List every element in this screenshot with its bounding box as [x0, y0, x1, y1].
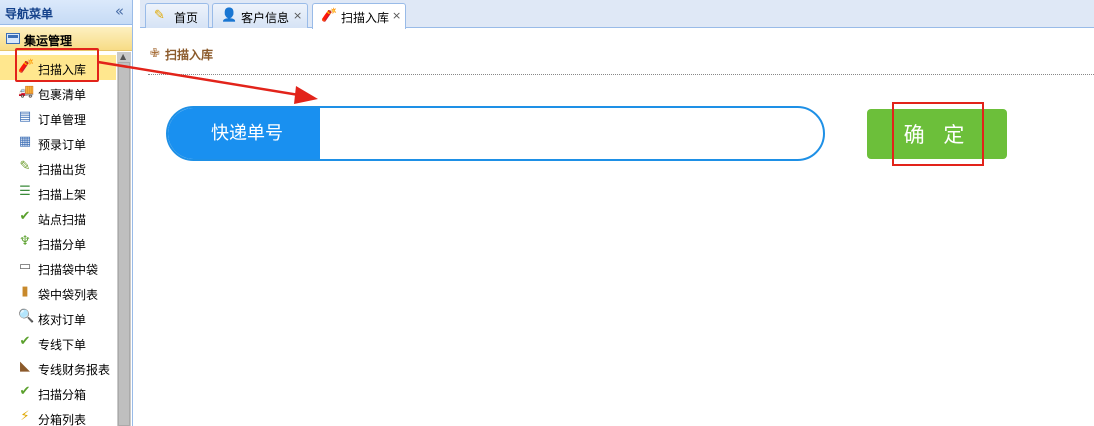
- sidebar-header: 导航菜单 «: [0, 0, 132, 25]
- nav-item-icon: ✔: [19, 384, 31, 399]
- sidebar-item-label: 扫描上架: [38, 188, 87, 202]
- annotation-arrow: [97, 60, 318, 104]
- sidebar-item[interactable]: ☰ 扫描上架: [0, 180, 116, 205]
- sidebar-item-label: 站点扫描: [38, 213, 87, 227]
- sidebar-item-label: 袋中袋列表: [38, 288, 99, 302]
- sidebar-item-label: 扫描出货: [38, 163, 87, 177]
- tracking-number-field: 快递单号: [166, 106, 825, 161]
- nav-item-icon: ✔: [19, 209, 31, 224]
- tab-label: 首页: [174, 11, 199, 25]
- sidebar-item[interactable]: ✎ 扫描出货: [0, 155, 116, 180]
- scan-icon: 🧨: [321, 8, 338, 23]
- tracking-number-input[interactable]: [320, 108, 820, 159]
- sidebar-item[interactable]: ◣ 专线财务报表: [0, 355, 116, 380]
- sidebar-item-label: 扫描袋中袋: [38, 263, 99, 277]
- monitor-icon: [6, 33, 20, 44]
- nav-item-icon: ✔: [19, 334, 31, 349]
- tab-label: 客户信息: [241, 11, 290, 25]
- highlight-box-nav: [15, 48, 99, 82]
- sidebar-item-label: 扫描分单: [38, 238, 87, 252]
- sidebar-item[interactable]: ▮ 袋中袋列表: [0, 280, 116, 305]
- signpost-icon: ✙: [150, 46, 161, 60]
- tab-customer-info[interactable]: 👤 客户信息 ×: [212, 3, 308, 28]
- nav-sidebar: 导航菜单 « 集运管理 ▲ 🧨 扫描入库 🚚 包裹清单 ▤ 订单管理 ▦ 预录订单 ✎ 扫描出货 ☰…: [0, 0, 133, 426]
- nav-item-icon: 🚚: [18, 84, 35, 99]
- nav-group-label: 集运管理: [24, 34, 73, 48]
- tab-label: 扫描入库: [341, 11, 390, 25]
- nav-item-icon: ▭: [18, 259, 32, 274]
- scrollbar-thumb[interactable]: [118, 62, 130, 426]
- divider: [148, 74, 1094, 75]
- nav-item-icon: ▤: [18, 109, 32, 124]
- close-icon[interactable]: ×: [293, 9, 302, 22]
- sidebar-item-label: 分箱列表: [38, 413, 87, 426]
- highlight-box-confirm: [892, 102, 984, 166]
- tab-home[interactable]: ✎ 首页: [145, 3, 209, 28]
- sidebar-item-label: 包裹清单: [38, 88, 87, 102]
- sidebar-item-label: 扫描分箱: [38, 388, 87, 402]
- tab-scan-inbound[interactable]: 🧨 扫描入库 ×: [312, 3, 406, 29]
- scroll-up-icon[interactable]: ▲: [120, 52, 126, 61]
- collapse-icon[interactable]: «: [115, 2, 124, 20]
- arrow-head: [294, 86, 318, 104]
- tracking-number-label: 快递单号: [168, 108, 320, 159]
- nav-item-icon: ▦: [18, 134, 32, 149]
- nav-item-list: 🧨 扫描入库 🚚 包裹清单 ▤ 订单管理 ▦ 预录订单 ✎ 扫描出货 ☰ 扫描上架 ✔ 站点扫描 ♆ 扫描分单…: [0, 55, 116, 426]
- sidebar-item[interactable]: ▭ 扫描袋中袋: [0, 255, 116, 280]
- sidebar-item[interactable]: ✔ 扫描分箱: [0, 380, 116, 405]
- sidebar-item[interactable]: ✔ 站点扫描: [0, 205, 116, 230]
- sidebar-item[interactable]: ♆ 扫描分单: [0, 230, 116, 255]
- sidebar-item[interactable]: ▤ 订单管理: [0, 105, 116, 130]
- sidebar-item[interactable]: 🔍 核对订单: [0, 305, 116, 330]
- sidebar-scrollbar[interactable]: ▲: [117, 52, 131, 426]
- app-window: 导航菜单 « 集运管理 ▲ 🧨 扫描入库 🚚 包裹清单 ▤ 订单管理 ▦ 预录订单 ✎ 扫描出货 ☰…: [0, 0, 1094, 426]
- nav-item-icon: ♆: [19, 234, 31, 249]
- sidebar-title: 导航菜单: [5, 7, 54, 21]
- sidebar-item[interactable]: ⚡ 分箱列表: [0, 405, 116, 426]
- nav-item-icon: ▮: [21, 284, 29, 299]
- sidebar-item-label: 核对订单: [38, 313, 87, 327]
- nav-item-icon: 🔍: [18, 309, 35, 324]
- nav-item-icon: ✎: [19, 159, 31, 174]
- nav-item-icon: ⚡: [20, 409, 30, 424]
- sidebar-item[interactable]: 🚚 包裹清单: [0, 80, 116, 105]
- nav-item-icon: ◣: [20, 359, 30, 374]
- sidebar-item-label: 订单管理: [38, 113, 87, 127]
- close-icon[interactable]: ×: [392, 9, 401, 22]
- sidebar-item[interactable]: ▦ 预录订单: [0, 130, 116, 155]
- sidebar-item-label: 专线财务报表: [38, 363, 111, 377]
- nav-item-icon: ☰: [19, 184, 31, 199]
- sidebar-item[interactable]: ✔ 专线下单: [0, 330, 116, 355]
- breadcrumb-label: 扫描入库: [165, 48, 214, 62]
- tab-bar: ✎ 首页 👤 客户信息 × 🧨 扫描入库 ×: [140, 0, 1094, 29]
- sidebar-item-label: 专线下单: [38, 338, 87, 352]
- home-pencil-icon: ✎: [154, 8, 165, 23]
- user-icon: 👤: [221, 8, 238, 23]
- sidebar-item-label: 预录订单: [38, 138, 87, 152]
